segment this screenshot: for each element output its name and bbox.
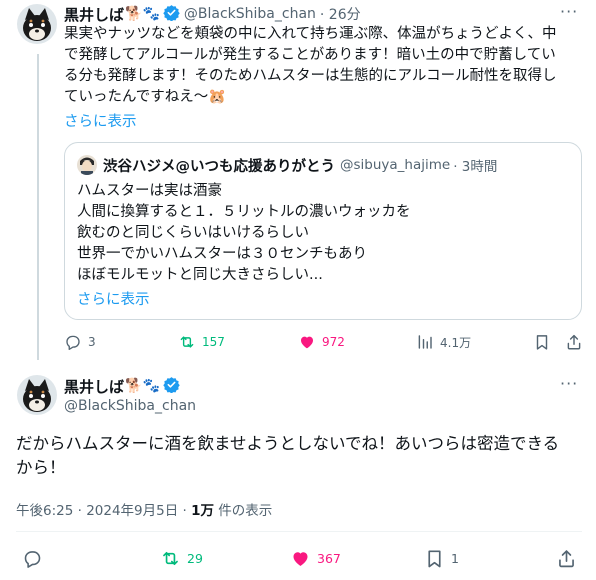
- repost-button[interactable]: 157: [178, 333, 225, 351]
- repost-button[interactable]: 29: [160, 548, 203, 569]
- quote-line: ほぼモルモットと同じ大きさらしい...: [77, 267, 323, 283]
- post-timestamp[interactable]: 午後6:25 · 2024年9月5日 ·: [16, 503, 191, 519]
- views-button[interactable]: 4.1万: [416, 333, 471, 351]
- like-count: 972: [322, 335, 345, 349]
- bookmark-icon: [428, 550, 441, 568]
- bookmark-button[interactable]: [533, 333, 551, 351]
- heart-icon: [301, 336, 313, 349]
- name-emoji: 🐕🐾: [125, 6, 160, 22]
- tweet-header: 黒井しば 🐕🐾 @BlackShiba_chan · 26分: [64, 4, 361, 24]
- main-tweet-body: だからハムスターに酒を飲ませようとしないでね！あいつらは密造できる から！: [16, 432, 586, 480]
- verified-badge-icon: [163, 376, 180, 397]
- like-count: 367: [317, 551, 341, 566]
- quote-line: 飲むのと同じくらいはいけるらしい: [77, 225, 309, 241]
- share-button[interactable]: [565, 333, 583, 351]
- bookmark-button[interactable]: 1: [424, 548, 459, 569]
- quote-author-handle: @sibuya_hajime: [340, 157, 451, 173]
- tweet-line: る分も発酵します！そのためハムスターは生態的にアルコール耐性を取得し: [64, 68, 557, 84]
- author-name[interactable]: 黒井しば: [64, 376, 124, 397]
- name-emoji: 🐕🐾: [125, 378, 160, 394]
- tweet-line: ていったんですねえ〜🐹: [64, 89, 227, 105]
- quote-post-time: · 3時間: [453, 159, 498, 175]
- repost-icon: [180, 336, 194, 348]
- reply-count: 3: [88, 335, 96, 349]
- tweet-body: 果実やナッツなどを頬袋の中に入れて持ち運ぶ際、体温がちょうどよく、中 で発酵して…: [64, 24, 584, 108]
- tweet-line: だからハムスターに酒を飲ませようとしないでね！あいつらは密造できる: [16, 434, 560, 453]
- tweet-header: 黒井しば 🐕🐾: [64, 376, 180, 396]
- quote-author-name: 渋谷ハジメ@いつも応援ありがとう: [103, 158, 335, 175]
- quote-body: ハムスターは実は酒豪 人間に換算すると１．５リットルの濃いウォッカを 飲むのと同…: [77, 181, 567, 286]
- like-button[interactable]: 367: [290, 548, 341, 569]
- repost-count: 29: [187, 551, 203, 566]
- quote-line: 人間に換算すると１．５リットルの濃いウォッカを: [77, 204, 411, 220]
- reply-icon: [24, 551, 41, 568]
- share-icon: [567, 334, 581, 350]
- tweet-line: で発酵してアルコールが発生することがあります！暗い土の中で貯蓄してい: [64, 47, 556, 63]
- author-name[interactable]: 黒井しば: [64, 4, 124, 25]
- repost-count: 157: [202, 335, 225, 349]
- post-meta: 午後6:25 · 2024年9月5日 · 1万 件の表示: [16, 499, 272, 519]
- reply-button[interactable]: 3: [64, 333, 96, 351]
- thread-line: [37, 54, 39, 360]
- quote-show-more-link[interactable]: さらに表示: [77, 288, 150, 309]
- divider: [16, 531, 582, 532]
- bookmark-count: 1: [451, 551, 459, 566]
- reply-button[interactable]: [22, 548, 43, 569]
- post-time[interactable]: · 26分: [320, 4, 361, 24]
- share-button[interactable]: [556, 548, 577, 569]
- avatar[interactable]: [17, 4, 57, 44]
- quoted-tweet[interactable]: 渋谷ハジメ@いつも応援ありがとう @sibuya_hajime · 3時間 ハム…: [64, 142, 582, 320]
- bookmark-icon: [536, 335, 548, 350]
- more-options-icon[interactable]: ···: [560, 2, 578, 21]
- views-chart-icon: [418, 335, 432, 349]
- author-handle[interactable]: @BlackShiba_chan: [64, 398, 196, 414]
- views-count: 4.1万: [440, 335, 472, 350]
- tweet-line: 果実やナッツなどを頬袋の中に入れて持ち運ぶ際、体温がちょうどよく、中: [64, 26, 557, 42]
- view-count-label: 件の表示: [214, 503, 273, 519]
- show-more-link[interactable]: さらに表示: [64, 110, 137, 131]
- author-handle[interactable]: @BlackShiba_chan: [184, 6, 316, 22]
- share-icon: [559, 550, 574, 568]
- repost-icon: [163, 551, 178, 566]
- quote-header: 渋谷ハジメ@いつも応援ありがとう @sibuya_hajime · 3時間: [103, 155, 497, 175]
- view-count: 1万: [191, 503, 215, 519]
- reply-icon: [66, 335, 80, 351]
- quote-line: 世界一でかいハムスターは３０センチもあり: [77, 246, 367, 262]
- heart-icon: [293, 552, 308, 566]
- quote-line: ハムスターは実は酒豪: [77, 183, 222, 199]
- like-button[interactable]: 972: [298, 333, 345, 351]
- more-options-icon[interactable]: ···: [560, 374, 578, 393]
- avatar[interactable]: [17, 375, 57, 415]
- verified-badge-icon: [163, 4, 180, 25]
- tweet-line: から！: [16, 458, 66, 477]
- quote-avatar: [77, 155, 97, 175]
